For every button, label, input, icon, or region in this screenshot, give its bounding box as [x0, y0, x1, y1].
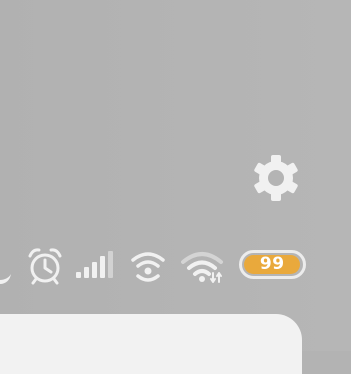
- battery-indicator: 99: [239, 250, 306, 279]
- leaf-icon: [0, 274, 11, 284]
- battery-percent-label: 99: [259, 254, 285, 274]
- signal-bars-icon: [76, 251, 113, 278]
- wifi-icon: [181, 252, 223, 283]
- battery-level-fill: 99: [244, 254, 301, 274]
- settings-gear-icon[interactable]: [250, 152, 302, 204]
- hotspot-icon: [131, 252, 165, 282]
- alarm-clock-icon: [28, 248, 62, 285]
- bottom-panel[interactable]: [0, 314, 302, 374]
- home-screen: 99: [0, 0, 351, 374]
